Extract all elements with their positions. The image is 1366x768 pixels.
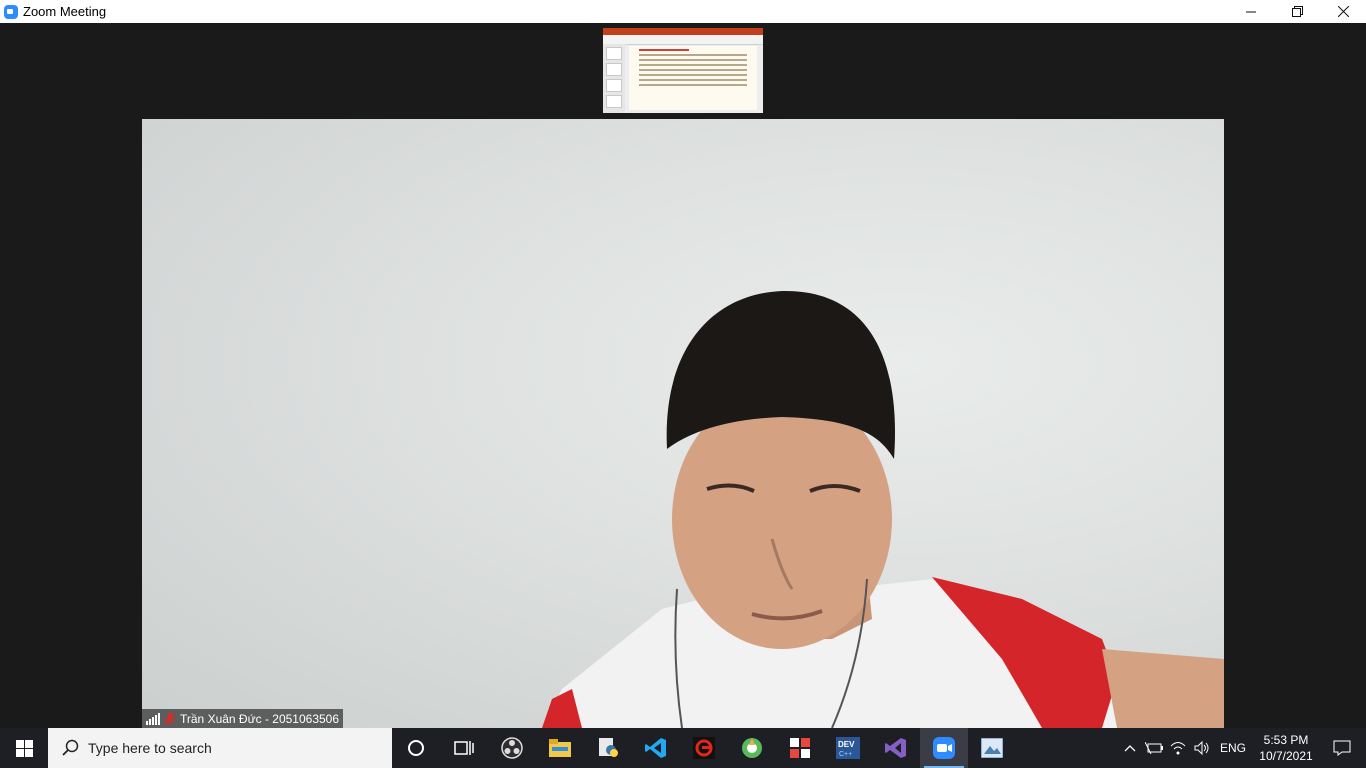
zoom-app-icon xyxy=(4,4,18,19)
python-icon xyxy=(599,738,618,757)
participant-video[interactable]: Trần Xuân Đức - 2051063506 xyxy=(142,119,1224,728)
search-placeholder: Type here to search xyxy=(88,740,212,756)
mic-muted-icon xyxy=(164,712,176,725)
file-explorer-icon xyxy=(549,739,571,757)
battery-button[interactable] xyxy=(1142,728,1166,768)
taskbar-app-green[interactable] xyxy=(728,728,776,768)
clock[interactable]: 5:53 PM 10/7/2021 xyxy=(1254,732,1318,764)
task-view-icon xyxy=(454,741,474,755)
participant-name: Trần Xuân Đức - 2051063506 xyxy=(180,711,340,726)
close-button[interactable] xyxy=(1320,0,1366,23)
cortana-button[interactable] xyxy=(392,728,440,768)
notification-icon xyxy=(1333,740,1351,756)
taskbar-app-vscode[interactable] xyxy=(632,728,680,768)
volume-icon xyxy=(1194,741,1209,755)
restore-button[interactable] xyxy=(1274,0,1320,23)
devcpp-icon: DEV C++ xyxy=(836,737,860,759)
taskbar-search-box[interactable]: Type here to search xyxy=(48,728,392,768)
window-title: Zoom Meeting xyxy=(23,4,107,19)
visual-studio-icon xyxy=(885,738,906,758)
clock-date: 10/7/2021 xyxy=(1259,749,1313,763)
minimize-button[interactable] xyxy=(1228,0,1274,23)
zoom-icon xyxy=(933,737,955,759)
svg-text:C++: C++ xyxy=(839,751,852,758)
vscode-icon xyxy=(645,738,666,758)
app-green-icon xyxy=(742,738,762,758)
meeting-area: Trần Xuân Đức - 2051063506 xyxy=(0,23,1366,728)
taskbar-app-image[interactable] xyxy=(968,728,1016,768)
shared-screen-thumbnail[interactable] xyxy=(603,28,763,113)
taskbar-app-devcpp[interactable]: DEV C++ xyxy=(824,728,872,768)
battery-icon xyxy=(1144,742,1163,754)
task-view-button[interactable] xyxy=(440,728,488,768)
cortana-icon xyxy=(408,740,424,756)
system-tray: ENG 5:53 PM 10/7/2021 xyxy=(1118,728,1366,768)
title-bar: Zoom Meeting xyxy=(0,0,1366,23)
ppt-ribbon xyxy=(603,28,763,35)
network-button[interactable] xyxy=(1166,728,1190,768)
show-hidden-icons-button[interactable] xyxy=(1118,728,1142,768)
clock-time: 5:53 PM xyxy=(1263,733,1309,747)
signal-strength-icon xyxy=(146,712,160,725)
participant-figure xyxy=(542,290,1224,728)
minimize-icon xyxy=(1246,11,1256,12)
volume-button[interactable] xyxy=(1190,728,1214,768)
taskbar-app-file-explorer[interactable] xyxy=(536,728,584,768)
taskbar-app-obs[interactable] xyxy=(488,728,536,768)
taskbar-app-python[interactable] xyxy=(584,728,632,768)
input-language[interactable]: ENG xyxy=(1220,741,1246,755)
taskbar-app-grid[interactable] xyxy=(776,728,824,768)
svg-text:DEV: DEV xyxy=(838,740,855,749)
search-icon xyxy=(62,739,79,756)
ppt-slide xyxy=(629,46,757,110)
ppt-toolbar xyxy=(603,35,763,45)
chevron-up-icon xyxy=(1124,745,1136,752)
taskbar-app-visual-studio[interactable] xyxy=(872,728,920,768)
image-app-icon xyxy=(981,738,1003,758)
garena-icon xyxy=(693,737,715,759)
close-icon xyxy=(1337,6,1349,17)
start-button[interactable] xyxy=(0,728,48,768)
participant-name-tag: Trần Xuân Đức - 2051063506 xyxy=(142,709,344,728)
taskbar: Type here to search DEV C++ ENG 5:53 PM … xyxy=(0,728,1366,768)
wifi-icon xyxy=(1170,742,1186,755)
app-grid-icon xyxy=(790,738,810,758)
taskbar-app-zoom[interactable] xyxy=(920,728,968,768)
action-center-button[interactable] xyxy=(1318,728,1366,768)
restore-icon xyxy=(1291,6,1303,17)
ppt-slide-panel xyxy=(603,44,625,113)
window-controls xyxy=(1228,0,1366,23)
taskbar-app-garena[interactable] xyxy=(680,728,728,768)
windows-icon xyxy=(15,739,33,757)
obs-icon xyxy=(501,737,523,759)
